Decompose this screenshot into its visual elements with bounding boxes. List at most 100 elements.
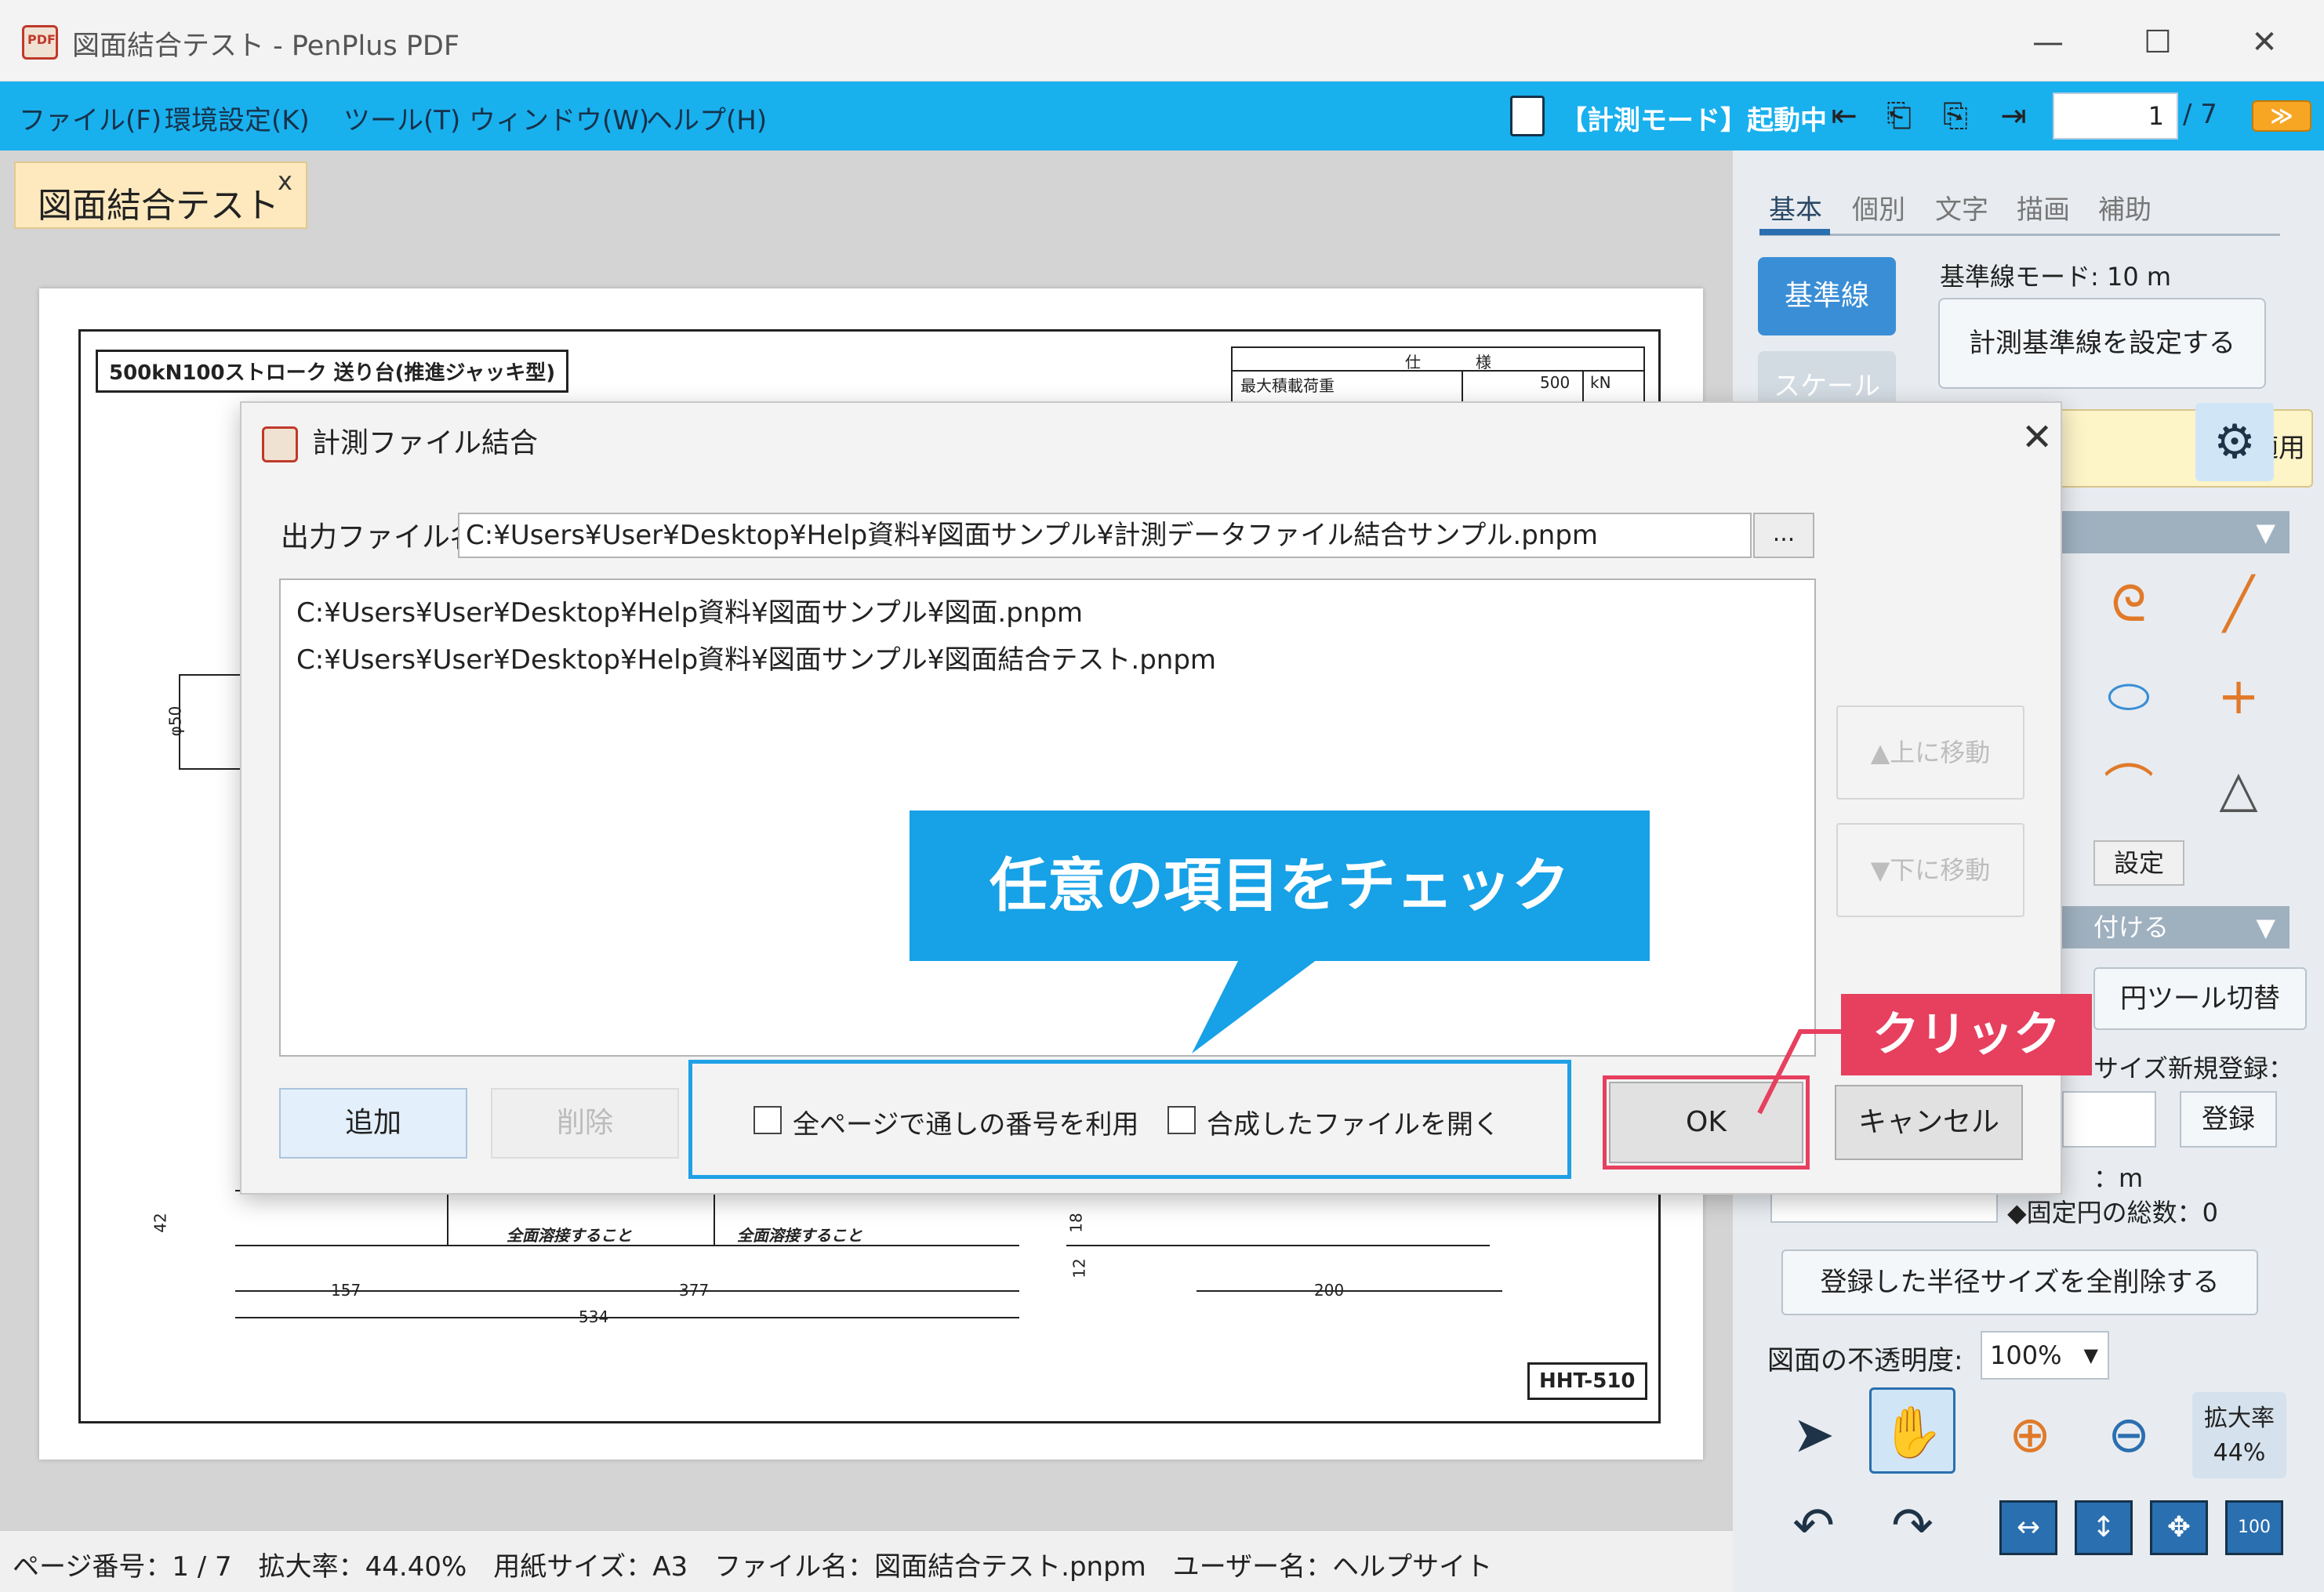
menu-bar: ファイル(F) 環境設定(K) ツール(T) ウィンドウ(W) ヘルプ(H) 【… — [0, 82, 2324, 150]
drawing-id: HHT-510 — [1527, 1362, 1647, 1400]
browse-button[interactable]: ... — [1753, 513, 1814, 558]
zoom-out-icon[interactable]: ⊖ — [2086, 1392, 2172, 1478]
dimension-label: 534 — [579, 1307, 609, 1326]
tab-active-indicator — [1759, 229, 1830, 235]
dimension-line — [1196, 1290, 1502, 1292]
spec-row-label: 最大積載荷重 — [1240, 376, 1334, 395]
delete-button[interactable]: 削除 — [491, 1088, 679, 1159]
gear-icon[interactable]: ⚙ — [2195, 403, 2274, 481]
callout-pointer — [1192, 959, 1317, 1053]
baseline-button[interactable]: 基準線 — [1758, 257, 1896, 335]
drawing-line — [714, 1190, 715, 1245]
cancel-button[interactable]: キャンセル — [1835, 1085, 2023, 1160]
delete-all-radius-button[interactable]: 登録した半径サイズを全削除する — [1781, 1249, 2258, 1315]
dimension-label: 157 — [331, 1281, 361, 1300]
opacity-label: 図面の不透明度: — [1767, 1345, 1963, 1376]
drawing-line — [1066, 1245, 1490, 1246]
status-bar: ページ番号：1 / 7 拡大率：44.40% 用紙サイズ：A3 ファイル名：図面… — [0, 1530, 1733, 1592]
line-tool-icon[interactable]: ╱ — [2203, 569, 2274, 640]
menu-settings[interactable]: 環境設定(K) — [165, 99, 310, 137]
radius-register-label: サイズ新規登録： — [2093, 1053, 2294, 1083]
move-up-button[interactable]: ▲上に移動 — [1836, 705, 2024, 800]
dimension-label: 18 — [1066, 1213, 1086, 1233]
tab-draw[interactable]: 描画 — [2017, 188, 2070, 227]
next-page-icon[interactable]: ⎘ — [1934, 96, 1977, 136]
output-file-field[interactable]: C:¥Users¥User¥Desktop¥Help資料¥図面サンプル¥計測デー… — [458, 513, 1752, 558]
output-file-label: 出力ファイル名: — [281, 521, 488, 553]
minimize-button[interactable]: — — [2017, 17, 2079, 67]
set-baseline-button[interactable]: 計測基準線を設定する — [1938, 298, 2266, 389]
drawing-title: 500kN100ストローク 送り台(推進ジャッキ型) — [96, 350, 569, 393]
tab-assist[interactable]: 補助 — [2098, 188, 2152, 227]
tab-text[interactable]: 文字 — [1935, 188, 1988, 227]
app-logo-icon — [262, 426, 298, 462]
sequential-number-checkbox[interactable] — [753, 1106, 782, 1134]
move-down-button[interactable]: ▼下に移動 — [1836, 823, 2024, 917]
list-item[interactable]: C:¥Users¥User¥Desktop¥Help資料¥図面サンプル¥図面結合… — [296, 638, 1216, 676]
document-tab-label: 図面結合テスト — [38, 186, 279, 226]
fit-width-icon[interactable]: ↔ — [1999, 1500, 2057, 1555]
title-bar: PDF 図面結合テスト - PenPlus PDF — ☐ ✕ — [0, 0, 2324, 82]
zoom-in-icon[interactable]: ⊕ — [1987, 1392, 2073, 1478]
chevron-down-icon: ▼ — [2256, 912, 2275, 942]
list-item[interactable]: C:¥Users¥User¥Desktop¥Help資料¥図面サンプル¥図面.p… — [296, 591, 1083, 629]
fit-height-icon[interactable]: ↕ — [2075, 1500, 2133, 1555]
open-merged-label[interactable]: 合成したファイルを開く — [1207, 1103, 1500, 1141]
open-merged-checkbox[interactable] — [1167, 1106, 1196, 1134]
prev-page-icon[interactable]: ⎗ — [1877, 96, 1921, 136]
angle-tool-icon[interactable]: △ — [2203, 754, 2274, 825]
first-page-icon[interactable]: ⇤ — [1822, 96, 1866, 136]
redo-icon[interactable]: ↷ — [1869, 1483, 1955, 1569]
spec-row-unit: kN — [1590, 373, 1611, 392]
menu-help[interactable]: ヘルプ(H) — [646, 99, 767, 137]
spec-header-left: 仕 — [1405, 353, 1421, 372]
cross-tool-icon[interactable]: + — [2203, 662, 2274, 732]
dimension-label: 42 — [151, 1213, 170, 1233]
chevron-down-icon: ▼ — [2256, 517, 2275, 547]
dialog-title: 計測ファイル結合 — [312, 427, 539, 459]
opacity-value: 100% — [1990, 1340, 2062, 1370]
register-button[interactable]: 登録 — [2180, 1091, 2277, 1148]
sequential-number-label[interactable]: 全ページで通しの番号を利用 — [793, 1103, 1138, 1141]
circle-tool-toggle-button[interactable]: 円ツール切替 — [2093, 967, 2307, 1030]
add-button[interactable]: 追加 — [279, 1088, 467, 1159]
options-group: 全ページで通しの番号を利用 合成したファイルを開く — [688, 1060, 1571, 1179]
callout-check-options: 任意の項目をチェック — [910, 811, 1650, 961]
baseline-mode-label: 基準線モード: 10 m — [1940, 262, 2172, 292]
close-window-button[interactable]: ✕ — [2233, 17, 2296, 67]
hand-pan-icon[interactable]: ✋ — [1869, 1387, 1955, 1474]
tab-individual[interactable]: 個別 — [1852, 188, 1905, 227]
menu-file[interactable]: ファイル(F) — [19, 99, 162, 137]
tab-basic[interactable]: 基本 — [1769, 188, 1822, 227]
fixed-circle-total: ◆固定円の総数：0 — [2007, 1198, 2218, 1228]
close-icon[interactable]: ✕ — [2021, 415, 2053, 459]
undo-icon[interactable]: ↶ — [1770, 1483, 1857, 1569]
actual-size-icon[interactable]: 100 — [2225, 1500, 2283, 1555]
menu-window[interactable]: ウィンドウ(W) — [469, 99, 649, 137]
last-page-icon[interactable]: ⇥ — [1992, 96, 2035, 136]
radius-input[interactable] — [2062, 1091, 2156, 1148]
drawing-line — [447, 1190, 448, 1245]
document-tab[interactable]: 図面結合テスト x — [14, 161, 307, 229]
measure-mode-icon — [1510, 96, 1545, 136]
area-tool-icon[interactable]: ⬭ — [2093, 662, 2164, 732]
maximize-button[interactable]: ☐ — [2126, 17, 2189, 67]
zoom-label: 拡大率 — [2204, 1405, 2275, 1432]
apply-button[interactable]: 適用 — [2054, 409, 2313, 488]
callout-connector — [1757, 1029, 1843, 1115]
freehand-curve-icon[interactable]: ᘓ — [2093, 569, 2164, 640]
menu-tools[interactable]: ツール(T) — [343, 99, 460, 137]
fit-page-icon[interactable]: ✥ — [2150, 1500, 2208, 1555]
window-title: 図面結合テスト - PenPlus PDF — [72, 31, 460, 62]
dimension-line — [235, 1317, 1019, 1318]
arc-tool-icon[interactable]: ⌒ — [2093, 754, 2164, 825]
document-tab-close-icon[interactable]: x — [278, 166, 292, 196]
settings-button[interactable]: 設定 — [2093, 840, 2184, 886]
collapse-panel-button[interactable]: ≫ — [2252, 100, 2311, 132]
dimension-label: 377 — [679, 1281, 710, 1300]
callout-click: クリック — [1841, 994, 2092, 1075]
page-number-input[interactable]: 1 — [2053, 92, 2178, 140]
opacity-select[interactable]: 100% ▼ — [1981, 1331, 2109, 1380]
select-arrow-icon[interactable]: ➤ — [1770, 1392, 1857, 1478]
zoom-rate-display: 拡大率 44% — [2192, 1392, 2286, 1478]
